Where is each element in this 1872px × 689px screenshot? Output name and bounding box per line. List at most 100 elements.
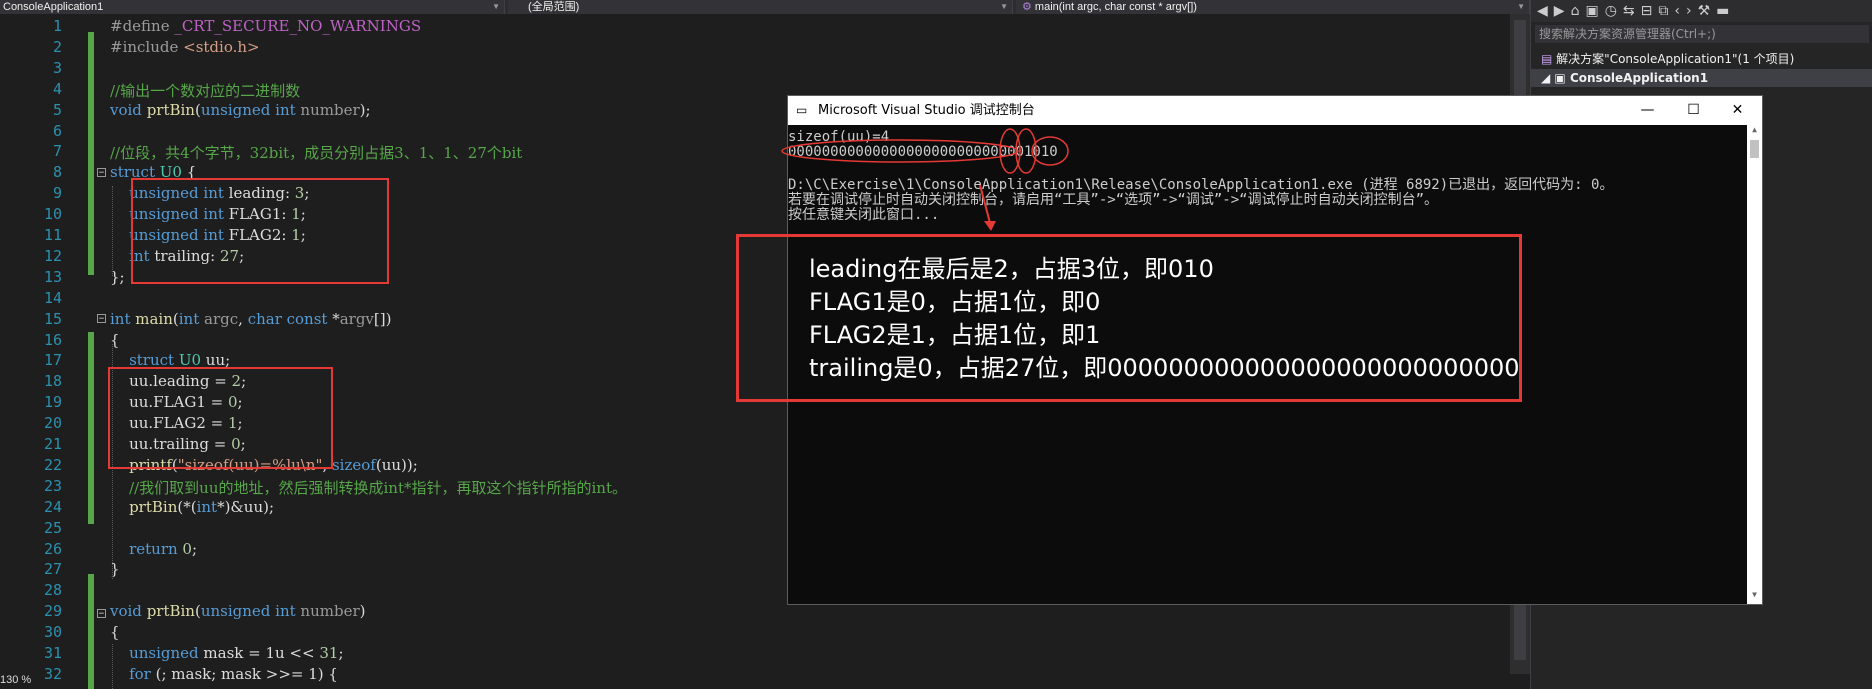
code-token: //我们取到uu的地址，然后强制转换成int*指针，再取这个指针所指的int。 xyxy=(129,478,627,497)
scope-dropdown[interactable]: (全局范围) ▼ xyxy=(508,0,1013,14)
code-token: (*( xyxy=(177,497,197,516)
line-number: 6 xyxy=(52,121,62,140)
chevron-down-icon: ▼ xyxy=(1517,2,1525,11)
code-token: void xyxy=(110,602,147,621)
code-line[interactable]: #define _CRT_SECURE_NO_WARNINGS xyxy=(110,17,421,35)
code-token: number xyxy=(300,100,360,119)
code-token: * xyxy=(332,309,340,328)
switch-views-icon[interactable]: ▣ xyxy=(1585,3,1604,19)
annotation-ellipse xyxy=(781,139,1019,163)
code-token: unsigned int xyxy=(200,100,301,119)
project-tree-item[interactable]: ◢ ▣ ConsoleApplication1 xyxy=(1531,69,1872,87)
code-token: //输出一个数对应的二进制数 xyxy=(110,81,301,100)
code-line[interactable]: for (; mask; mask >>= 1) { xyxy=(110,665,338,683)
line-number: 2 xyxy=(52,37,62,56)
code-line[interactable]: unsigned mask = 1u << 31; xyxy=(110,644,344,662)
code-line[interactable]: prtBin(*(int*)&uu); xyxy=(110,498,274,516)
annotation-marks xyxy=(781,128,1069,231)
annotation-ellipse xyxy=(1031,136,1069,166)
code-token: , xyxy=(238,309,248,328)
function-dropdown-label: main(int argc, char const * argv[]) xyxy=(1034,1,1197,13)
highlight-box-struct-fields xyxy=(131,178,389,284)
sync-icon[interactable]: ⇆ xyxy=(1623,3,1641,19)
change-marker xyxy=(88,574,94,689)
code-token: ); xyxy=(359,100,371,119)
history-icon[interactable]: ◷ xyxy=(1605,3,1623,19)
function-dropdown[interactable]: ⚙ main(int argc, char const * argv[]) ▼ xyxy=(1016,0,1530,14)
code-token: <stdio.h> xyxy=(183,37,260,56)
collapse-toggle[interactable]: − xyxy=(97,609,106,619)
collapse-toggle[interactable]: − xyxy=(97,168,106,178)
copy-icon[interactable]: ⧉ xyxy=(1658,3,1674,19)
scroll-down-icon[interactable]: ▼ xyxy=(1750,590,1759,604)
code-view-icon[interactable]: ‹› xyxy=(1674,3,1697,19)
code-token: return xyxy=(129,539,183,558)
annotation-box: leading在最后是2，占据3位，即010 FLAG1是0，占据1位，即0 F… xyxy=(736,234,1522,402)
line-number: 11 xyxy=(43,226,62,244)
console-scrollbar-thumb[interactable] xyxy=(1750,140,1759,158)
line-number: 20 xyxy=(43,414,62,433)
collapse-all-icon[interactable]: ⊟ xyxy=(1641,3,1659,19)
code-token: ) xyxy=(359,602,366,621)
zoom-level[interactable]: 130 % xyxy=(0,674,60,689)
code-token: int xyxy=(110,309,136,328)
minimize-icon[interactable]: — xyxy=(1625,96,1670,125)
line-number: 17 xyxy=(43,351,62,370)
code-token: void xyxy=(110,100,147,119)
line-number: 5 xyxy=(52,100,62,119)
project-dropdown[interactable]: ConsoleApplication1 ▼ xyxy=(0,0,505,14)
code-token: //位段，共4个字节，32bit，成员分别占据3、1、1、27个bit xyxy=(110,144,523,163)
code-line[interactable]: { xyxy=(110,623,120,641)
scroll-up-icon[interactable]: ▲ xyxy=(1750,125,1759,139)
pin-icon[interactable]: ▬ xyxy=(1716,3,1735,19)
line-number: 26 xyxy=(43,539,62,558)
code-line[interactable]: //位段，共4个字节，32bit，成员分别占据3、1、1、27个bit xyxy=(110,142,522,163)
code-token: prtBin xyxy=(129,497,178,516)
navigation-bar: ConsoleApplication1 ▼ (全局范围) ▼ ⚙ main(in… xyxy=(0,0,1530,14)
home-icon[interactable]: ⌂ xyxy=(1571,3,1586,19)
line-number: 24 xyxy=(43,497,62,516)
code-line[interactable]: return 0; xyxy=(110,540,197,558)
project-dropdown-label: ConsoleApplication1 xyxy=(3,1,104,13)
change-marker xyxy=(88,332,94,524)
code-token: unsigned int xyxy=(200,602,301,621)
line-number: 29 xyxy=(43,602,62,621)
highlight-box-assignments xyxy=(108,367,333,469)
line-number: 12 xyxy=(43,246,62,265)
console-title-bar[interactable]: ▭ Microsoft Visual Studio 调试控制台 — ☐ ✕ xyxy=(788,96,1762,125)
chevron-down-icon: ▼ xyxy=(1000,2,1008,11)
code-line[interactable]: void prtBin(unsigned int number) xyxy=(110,602,365,620)
annotation-line: FLAG1是0，占据1位，即0 xyxy=(809,288,1101,316)
line-number: 3 xyxy=(52,58,62,77)
function-icon: ⚙ xyxy=(1022,1,1035,13)
line-number: 27 xyxy=(43,560,62,579)
forward-icon[interactable]: ▶ xyxy=(1554,3,1571,19)
code-token: number xyxy=(300,602,360,621)
line-number: 31 xyxy=(43,644,62,662)
line-number: 8 xyxy=(52,163,62,182)
solution-tree-item[interactable]: ▤ 解决方案"ConsoleApplication1"(1 个项目) xyxy=(1531,50,1872,68)
code-token: for xyxy=(129,664,156,683)
code-token: ; xyxy=(338,644,344,662)
code-line[interactable]: void prtBin(unsigned int number); xyxy=(110,101,371,119)
line-number: 15 xyxy=(43,309,62,328)
maximize-icon[interactable]: ☐ xyxy=(1671,96,1716,125)
line-number: 14 xyxy=(43,288,62,307)
code-line[interactable]: #include <stdio.h> xyxy=(110,38,260,56)
code-line[interactable]: //我们取到uu的地址，然后强制转换成int*指针，再取这个指针所指的int。 xyxy=(110,477,627,498)
line-number: 23 xyxy=(43,476,62,495)
code-line[interactable]: //输出一个数对应的二进制数 xyxy=(110,80,300,101)
code-token: #include xyxy=(110,37,184,56)
close-icon[interactable]: ✕ xyxy=(1715,96,1760,125)
annotation-line: FLAG2是1，占据1位，即1 xyxy=(809,321,1101,349)
code-token: sizeof xyxy=(331,455,376,474)
code-token: 0 xyxy=(182,539,192,558)
solution-search-input[interactable]: 搜索解决方案资源管理器(Ctrl+;) xyxy=(1535,25,1869,43)
console-scrollbar[interactable]: ▲ ▼ xyxy=(1747,125,1762,604)
code-line[interactable]: int main(int argc, char const *argv[]) xyxy=(110,310,391,328)
wrench-icon[interactable]: ⚒ xyxy=(1698,3,1717,19)
expand-arrow-icon[interactable]: ◢ xyxy=(1541,71,1550,85)
code-token: prtBin xyxy=(146,602,195,621)
collapse-toggle[interactable]: − xyxy=(97,314,106,324)
back-icon[interactable]: ◀ xyxy=(1537,3,1554,19)
